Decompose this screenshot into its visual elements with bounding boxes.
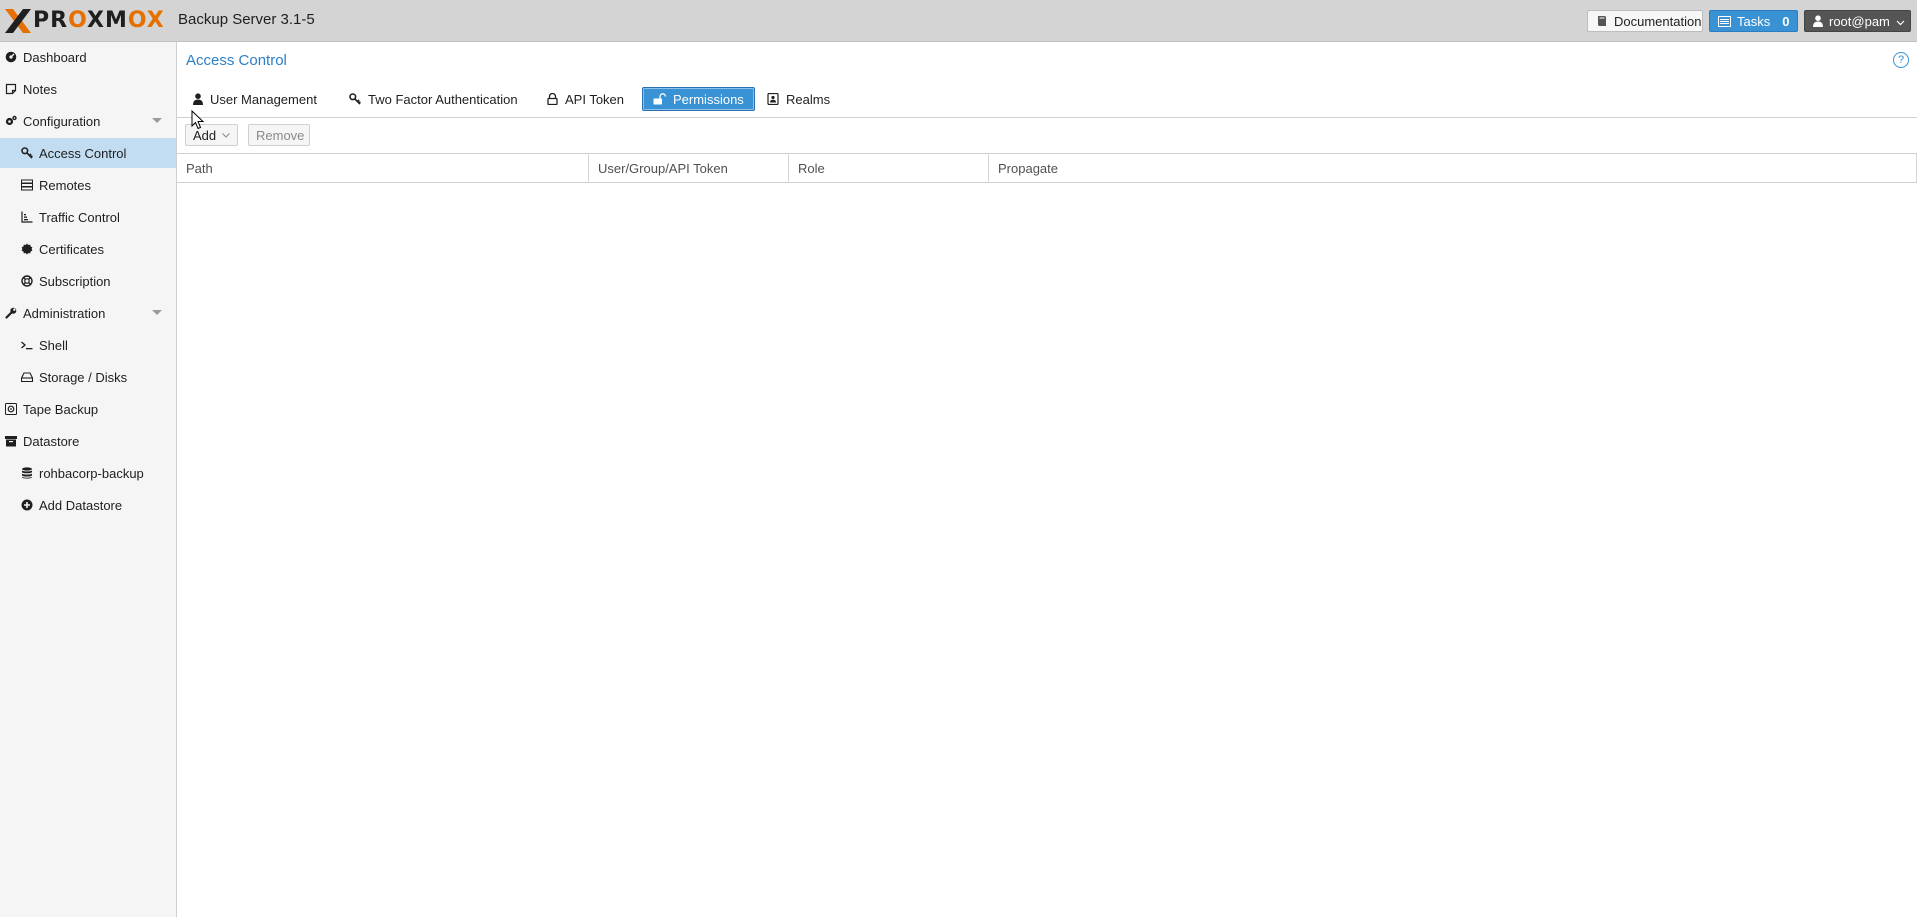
nav-label: Administration — [23, 305, 106, 321]
server-icon — [21, 179, 33, 191]
chevron-down-icon — [222, 130, 230, 140]
archive-icon — [5, 435, 17, 447]
chart-icon — [21, 211, 33, 223]
lock-icon — [547, 93, 558, 105]
key-icon — [21, 147, 33, 159]
permissions-toolbar: Add Remove — [177, 119, 1917, 153]
nav-item-subscription[interactable]: Subscription — [0, 266, 176, 296]
remove-label: Remove — [256, 127, 305, 143]
tasks-button[interactable]: Tasks 0 — [1709, 10, 1798, 32]
nav-label: Configuration — [23, 113, 101, 129]
address-book-icon — [767, 93, 779, 105]
tab-api-token[interactable]: API Token — [536, 87, 635, 111]
nav-item-access-control[interactable]: Access Control — [0, 138, 176, 168]
user-icon — [1813, 15, 1823, 27]
logo-wordmark: PROXMOX — [33, 8, 165, 33]
gears-icon — [5, 115, 17, 127]
note-icon — [5, 83, 17, 95]
nav-item-datastore[interactable]: Datastore — [0, 426, 176, 456]
nav-item-remotes[interactable]: Remotes — [0, 170, 176, 200]
terminal-icon — [21, 339, 33, 351]
nav-label: Access Control — [39, 145, 127, 161]
nav-label: Notes — [23, 81, 57, 97]
user-menu-button[interactable]: root@pam — [1804, 10, 1911, 32]
column-header-user-group-api-token[interactable]: User/Group/API Token — [589, 154, 789, 182]
permissions-table-body[interactable] — [177, 183, 1917, 917]
help-icon[interactable]: ? — [1893, 52, 1909, 68]
tasks-label: Tasks — [1737, 13, 1771, 29]
nav-item-storage-disks[interactable]: Storage / Disks — [0, 362, 176, 392]
database-icon — [21, 467, 33, 479]
permissions-table-header: Path User/Group/API Token Role Propagate — [177, 153, 1917, 183]
support-icon — [21, 275, 33, 287]
nav-item-dashboard[interactable]: Dashboard — [0, 42, 176, 72]
nav-item-rohbacorp-backup[interactable]: rohbacorp-backup — [0, 458, 176, 488]
top-bar: PROXMOX Backup Server 3.1-5 Documentatio… — [0, 0, 1917, 42]
tab-label: Two Factor Authentication — [368, 91, 518, 107]
collapse-arrow-icon[interactable] — [152, 310, 162, 315]
nav-item-configuration[interactable]: Configuration — [0, 106, 176, 136]
nav-label: Add Datastore — [39, 497, 123, 513]
column-header-propagate[interactable]: Propagate — [989, 154, 1917, 182]
remove-button[interactable]: Remove — [248, 124, 310, 146]
nav-label: Traffic Control — [39, 209, 120, 225]
documentation-button[interactable]: Documentation — [1587, 10, 1703, 32]
tasks-count-badge: 0 — [1782, 13, 1790, 29]
tab-label: User Management — [210, 91, 317, 107]
tab-bar: User Management Two Factor Authenticatio… — [177, 82, 1917, 118]
nav-label: Remotes — [39, 177, 92, 193]
column-header-path[interactable]: Path — [177, 154, 589, 182]
nav-item-traffic-control[interactable]: Traffic Control — [0, 202, 176, 232]
column-header-role[interactable]: Role — [789, 154, 989, 182]
plus-circle-icon — [21, 499, 33, 511]
user-icon — [193, 93, 203, 105]
tab-user-management[interactable]: User Management — [182, 87, 328, 111]
certificate-icon — [21, 243, 33, 255]
chevron-down-icon — [1896, 14, 1905, 29]
wrench-icon — [5, 307, 17, 319]
documentation-label: Documentation — [1614, 13, 1702, 29]
user-label: root@pam — [1829, 13, 1890, 29]
tab-permissions[interactable]: Permissions — [642, 87, 755, 111]
page-title: Access Control — [186, 52, 287, 69]
key-icon — [349, 93, 361, 105]
tab-realms[interactable]: Realms — [756, 87, 841, 111]
tab-label: API Token — [565, 91, 625, 107]
nav-label: Certificates — [39, 241, 105, 257]
nav-item-certificates[interactable]: Certificates — [0, 234, 176, 264]
nav-item-tape-backup[interactable]: Tape Backup — [0, 394, 176, 424]
navigation-tree: Dashboard Notes Configuration Access Con… — [0, 42, 177, 917]
nav-item-add-datastore[interactable]: Add Datastore — [0, 490, 176, 520]
nav-label: Shell — [39, 337, 68, 353]
tab-label: Permissions — [673, 91, 744, 107]
nav-item-administration[interactable]: Administration — [0, 298, 176, 328]
unlock-icon — [653, 93, 666, 105]
nav-item-notes[interactable]: Notes — [0, 74, 176, 104]
proxmox-logo[interactable]: PROXMOX — [4, 8, 165, 34]
nav-label: Dashboard — [23, 49, 87, 65]
nav-label: Tape Backup — [23, 401, 99, 417]
proxmox-x-icon — [5, 9, 31, 33]
tab-label: Realms — [786, 91, 831, 107]
nav-item-shell[interactable]: Shell — [0, 330, 176, 360]
book-icon — [1596, 15, 1608, 27]
collapse-arrow-icon[interactable] — [152, 118, 162, 123]
main-panel: Access Control ? User Management Two Fac… — [177, 42, 1917, 917]
mouse-cursor-icon — [191, 110, 205, 130]
nav-label: Datastore — [23, 433, 80, 449]
list-icon — [1718, 15, 1731, 27]
product-version: Backup Server 3.1-5 — [178, 11, 315, 28]
nav-label: Subscription — [39, 273, 111, 289]
nav-label: rohbacorp-backup — [39, 465, 144, 481]
hdd-icon — [21, 371, 33, 383]
tab-two-factor-authentication[interactable]: Two Factor Authentication — [338, 87, 529, 111]
dashboard-icon — [5, 51, 17, 63]
tape-icon — [5, 403, 17, 415]
nav-label: Storage / Disks — [39, 369, 128, 385]
